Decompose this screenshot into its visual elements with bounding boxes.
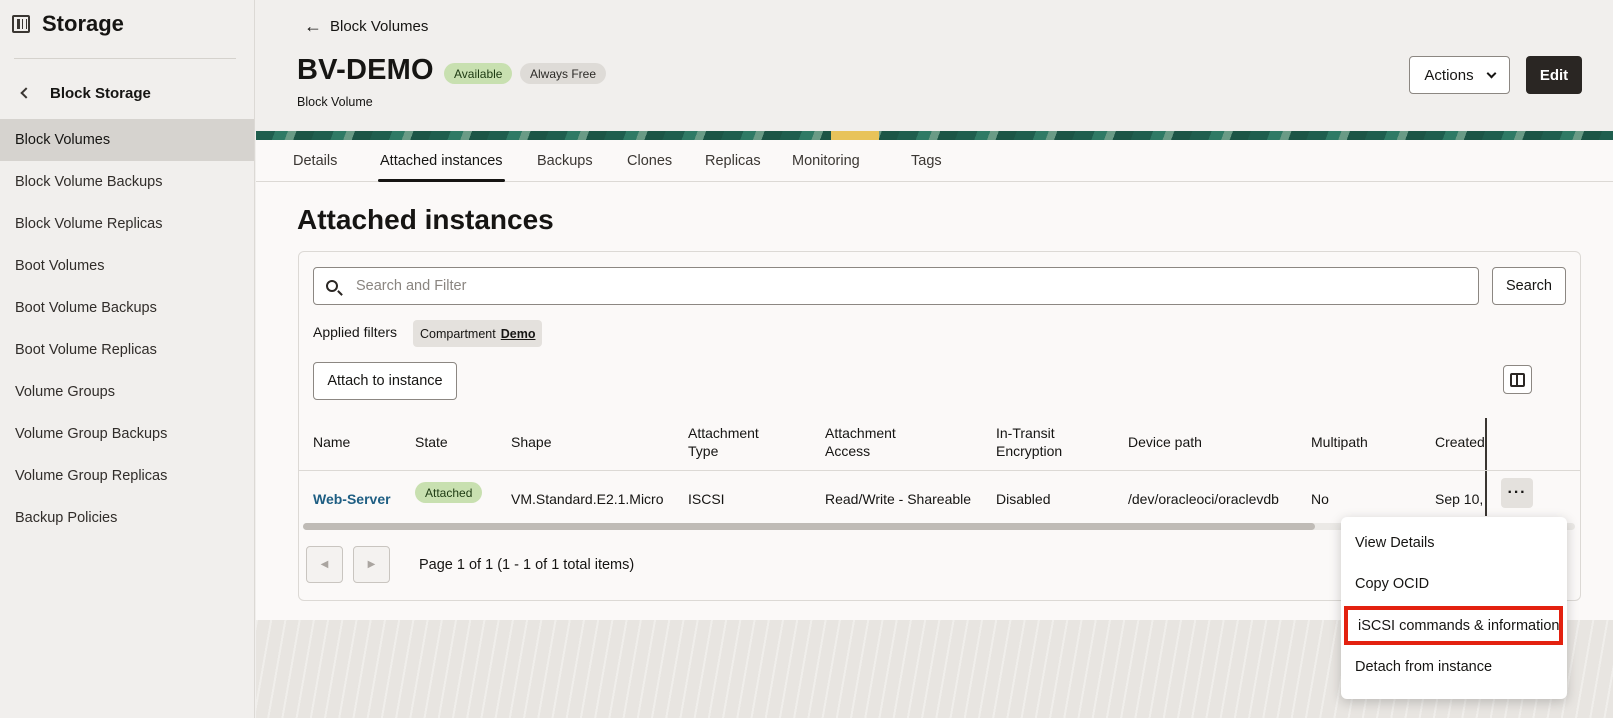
sidebar-back-link[interactable]: Block Storage bbox=[0, 67, 254, 119]
menu-item-iscsi-commands[interactable]: iSCSI commands & information bbox=[1344, 606, 1563, 645]
sidebar-back-label: Block Storage bbox=[50, 84, 151, 102]
sidebar-divider bbox=[14, 58, 236, 59]
back-link-label: Block Volumes bbox=[330, 18, 429, 35]
state-badge: Attached bbox=[415, 482, 483, 503]
cell-device-path: /dev/oracleoci/oraclevdb bbox=[1128, 491, 1279, 507]
sidebar-item-block-volumes[interactable]: Block Volumes bbox=[0, 119, 254, 161]
pagination-text: Page 1 of 1 (1 - 1 of 1 total items) bbox=[419, 557, 635, 573]
actions-button-label: Actions bbox=[1424, 66, 1474, 84]
tab-replicas[interactable]: Replicas bbox=[705, 140, 761, 182]
arrow-left-icon: ← bbox=[304, 16, 322, 36]
scrollbar-thumb[interactable] bbox=[303, 523, 1315, 530]
tab-clones[interactable]: Clones bbox=[627, 140, 672, 182]
column-header-created[interactable]: Created bbox=[1435, 433, 1485, 451]
column-header-encryption[interactable]: In-Transit Encryption bbox=[996, 424, 1086, 460]
sidebar-item-volume-groups[interactable]: Volume Groups bbox=[0, 371, 254, 413]
cell-attachment-access: Read/Write - Shareable bbox=[825, 491, 972, 507]
column-header-device-path[interactable]: Device path bbox=[1128, 433, 1202, 451]
tab-details[interactable]: Details bbox=[293, 140, 337, 182]
back-to-block-volumes-link[interactable]: ← Block Volumes bbox=[304, 16, 428, 37]
sidebar-item-block-volume-backups[interactable]: Block Volume Backups bbox=[0, 161, 254, 203]
search-button[interactable]: Search bbox=[1492, 267, 1566, 305]
cell-encryption: Disabled bbox=[996, 491, 1051, 507]
tab-monitoring[interactable]: Monitoring bbox=[792, 140, 860, 182]
section-title: Attached instances bbox=[297, 204, 554, 235]
attach-to-instance-button[interactable]: Attach to instance bbox=[313, 362, 457, 400]
status-badge: Available bbox=[444, 63, 513, 84]
search-field[interactable] bbox=[313, 267, 1479, 305]
search-icon bbox=[326, 280, 338, 292]
page-title: BV-DEMO bbox=[297, 54, 434, 86]
filter-chip-value[interactable]: Demo bbox=[501, 327, 536, 341]
tab-tags[interactable]: Tags bbox=[911, 140, 942, 182]
tab-attached-instances[interactable]: Attached instances bbox=[378, 140, 505, 182]
next-page-button[interactable]: ▶ bbox=[353, 546, 390, 583]
instance-link[interactable]: Web-Server bbox=[313, 491, 391, 507]
cell-multipath: No bbox=[1311, 491, 1329, 507]
sidebar-item-boot-volumes[interactable]: Boot Volumes bbox=[0, 245, 254, 287]
sidebar-item-block-volume-replicas[interactable]: Block Volume Replicas bbox=[0, 203, 254, 245]
chevron-down-icon bbox=[1486, 68, 1497, 78]
tab-bar: Details Attached instances Backups Clone… bbox=[256, 140, 1613, 182]
column-header-state[interactable]: State bbox=[415, 433, 448, 451]
actions-button[interactable]: Actions bbox=[1409, 56, 1510, 94]
sidebar-item-backup-policies[interactable]: Backup Policies bbox=[0, 497, 254, 539]
columns-icon bbox=[1510, 372, 1525, 387]
sidebar-title: Storage bbox=[42, 11, 124, 36]
cell-shape: VM.Standard.E2.1.Micro bbox=[511, 491, 664, 507]
column-header-attachment-access[interactable]: Attachment Access bbox=[825, 424, 920, 460]
column-header-attachment-type[interactable]: Attachment Type bbox=[688, 424, 783, 460]
sidebar-item-boot-volume-replicas[interactable]: Boot Volume Replicas bbox=[0, 329, 254, 371]
column-header-multipath[interactable]: Multipath bbox=[1311, 433, 1368, 451]
applied-filters-label: Applied filters bbox=[313, 324, 398, 340]
cell-created: Sep 10, 2 bbox=[1435, 491, 1485, 507]
menu-item-view-details[interactable]: View Details bbox=[1341, 523, 1567, 563]
menu-item-detach[interactable]: Detach from instance bbox=[1341, 647, 1567, 687]
filter-chip-label: Compartment bbox=[420, 326, 496, 341]
edit-button[interactable]: Edit bbox=[1526, 56, 1582, 94]
cell-attachment-type: ISCSI bbox=[688, 491, 725, 507]
sidebar-item-volume-group-replicas[interactable]: Volume Group Replicas bbox=[0, 455, 254, 497]
previous-page-button[interactable]: ◀ bbox=[306, 546, 343, 583]
row-actions-menu: View Details Copy OCID iSCSI commands & … bbox=[1341, 517, 1567, 699]
tab-backups[interactable]: Backups bbox=[537, 140, 593, 182]
filter-chip[interactable]: Compartment Demo bbox=[413, 320, 543, 347]
row-actions-menu-button[interactable]: ··· bbox=[1501, 478, 1533, 508]
sidebar-item-boot-volume-backups[interactable]: Boot Volume Backups bbox=[0, 287, 254, 329]
page-subtitle: Block Volume bbox=[297, 95, 373, 109]
sidebar: Storage Block Storage Block Volumes Bloc… bbox=[0, 0, 255, 718]
tier-badge: Always Free bbox=[520, 63, 607, 84]
decorative-banner bbox=[256, 131, 1613, 140]
decorative-banner-accent bbox=[831, 131, 879, 140]
column-resize-handle[interactable] bbox=[1485, 418, 1487, 516]
sidebar-item-volume-group-backups[interactable]: Volume Group Backups bbox=[0, 413, 254, 455]
sidebar-header: Storage bbox=[0, 0, 254, 48]
column-settings-button[interactable] bbox=[1503, 365, 1532, 394]
column-header-shape[interactable]: Shape bbox=[511, 433, 551, 451]
table-header-divider bbox=[299, 470, 1580, 471]
chevron-left-icon bbox=[20, 87, 32, 99]
search-input[interactable] bbox=[356, 278, 1456, 294]
storage-icon bbox=[12, 15, 30, 33]
column-header-name[interactable]: Name bbox=[313, 433, 350, 451]
menu-item-copy-ocid[interactable]: Copy OCID bbox=[1341, 564, 1567, 604]
